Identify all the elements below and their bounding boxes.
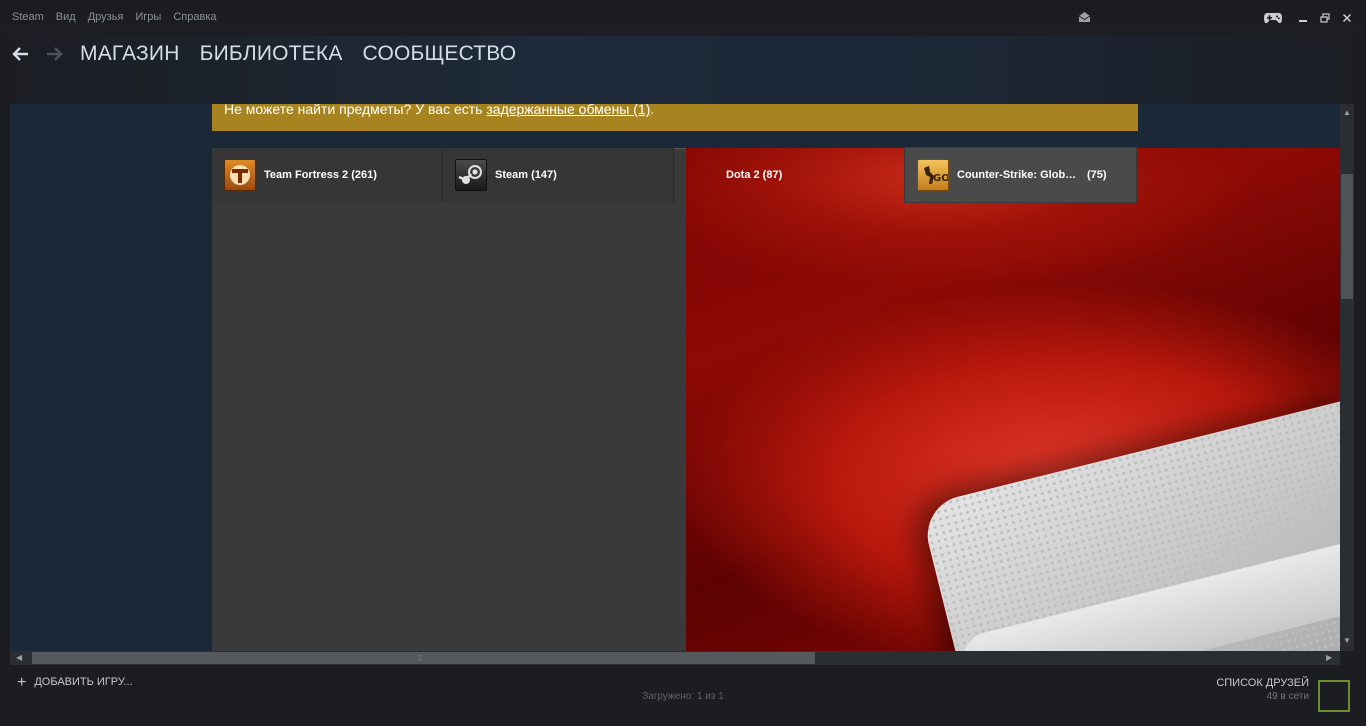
back-arrow-icon[interactable] bbox=[11, 44, 31, 69]
scroll-down-arrow-icon[interactable]: ▼ bbox=[1343, 636, 1351, 645]
minimize-icon[interactable] bbox=[1292, 9, 1314, 27]
game-tab-tf2[interactable]: Team Fortress 2 (261) bbox=[212, 148, 443, 202]
download-status[interactable]: Загружено: 1 из 1 bbox=[0, 691, 1366, 702]
banner-suffix: . bbox=[650, 104, 655, 117]
friends-online-count: 49 в сети bbox=[1266, 691, 1309, 702]
add-game-label: ДОБАВИТЬ ИГРУ... bbox=[34, 676, 133, 688]
tab-community[interactable]: СООБЩЕСТВО bbox=[363, 42, 517, 66]
game-background-image bbox=[686, 148, 1340, 651]
tab-library[interactable]: БИБЛИОТЕКА bbox=[200, 42, 343, 66]
vertical-scroll-thumb[interactable] bbox=[1341, 174, 1353, 299]
forward-arrow-icon[interactable] bbox=[44, 44, 64, 69]
scroll-right-arrow-icon[interactable]: ▶ bbox=[1326, 653, 1332, 662]
window-controls bbox=[1262, 9, 1358, 27]
scroll-up-arrow-icon[interactable]: ▲ bbox=[1343, 108, 1351, 117]
game-tab-label: Steam (147) bbox=[495, 169, 557, 181]
footer-bar: + ДОБАВИТЬ ИГРУ... Загружено: 1 из 1 СПИ… bbox=[0, 666, 1366, 726]
menu-games[interactable]: Игры bbox=[135, 11, 161, 23]
restore-icon[interactable] bbox=[1314, 9, 1336, 27]
game-tab-dota2[interactable]: Dota 2 (87) bbox=[674, 148, 905, 202]
notification-envelope-icon[interactable] bbox=[1078, 10, 1091, 28]
menu-steam[interactable]: Steam bbox=[12, 11, 44, 23]
nav-bar: МАГАЗИН БИБЛИОТЕКА СООБЩЕСТВО bbox=[0, 36, 1366, 104]
friends-avatar-box[interactable] bbox=[1318, 680, 1350, 712]
menu-view[interactable]: Вид bbox=[56, 11, 76, 23]
game-tab-label: Dota 2 (87) bbox=[726, 169, 783, 181]
inventory-content: Не можете найти предметы? У вас есть зад… bbox=[10, 104, 1340, 651]
game-tab-csgo[interactable]: GO Counter-Strike: Global Offensive (75) bbox=[905, 148, 1136, 202]
vertical-scrollbar[interactable]: ▲ ▼ bbox=[1340, 104, 1354, 651]
title-bar: Steam Вид Друзья Игры Справка bbox=[0, 0, 1366, 36]
svg-text:GO: GO bbox=[933, 173, 948, 184]
csgo-icon: GO bbox=[917, 159, 950, 191]
inventory-panel bbox=[212, 148, 688, 651]
add-game-button[interactable]: + ДОБАВИТЬ ИГРУ... bbox=[17, 673, 133, 691]
menu-friends[interactable]: Друзья bbox=[88, 11, 124, 23]
plus-icon: + bbox=[17, 673, 27, 691]
banner-text: Не можете найти предметы? У вас есть bbox=[224, 104, 487, 117]
grip-icon: ⁞⁞ bbox=[418, 654, 423, 663]
game-tab-steam[interactable]: Steam (147) bbox=[443, 148, 674, 202]
game-tabs: Team Fortress 2 (261) Steam (147) Dota 2… bbox=[212, 148, 1136, 202]
menu-help[interactable]: Справка bbox=[173, 11, 216, 23]
tab-store[interactable]: МАГАЗИН bbox=[80, 42, 180, 66]
big-picture-gamepad-icon[interactable] bbox=[1262, 9, 1284, 27]
close-icon[interactable] bbox=[1336, 9, 1358, 27]
menu-bar: Steam Вид Друзья Игры Справка bbox=[12, 11, 229, 23]
game-tab-label: Counter-Strike: Global Offensive bbox=[957, 169, 1079, 181]
friends-list-button[interactable]: СПИСОК ДРУЗЕЙ bbox=[1216, 677, 1309, 689]
nav-tabs: МАГАЗИН БИБЛИОТЕКА СООБЩЕСТВО bbox=[80, 42, 536, 66]
horizontal-scrollbar[interactable]: ◀ ⁞⁞ ▶ bbox=[10, 651, 1340, 665]
game-tab-count: (75) bbox=[1087, 169, 1107, 181]
pending-trades-link[interactable]: задержанные обмены (1) bbox=[486, 104, 650, 117]
pending-trades-banner: Не можете найти предметы? У вас есть зад… bbox=[212, 104, 1138, 131]
horizontal-scroll-thumb[interactable]: ⁞⁞ bbox=[32, 652, 815, 664]
game-tab-label: Team Fortress 2 (261) bbox=[264, 169, 377, 181]
tf2-icon bbox=[224, 159, 256, 191]
steam-icon bbox=[455, 159, 487, 191]
scroll-left-arrow-icon[interactable]: ◀ bbox=[16, 653, 22, 662]
